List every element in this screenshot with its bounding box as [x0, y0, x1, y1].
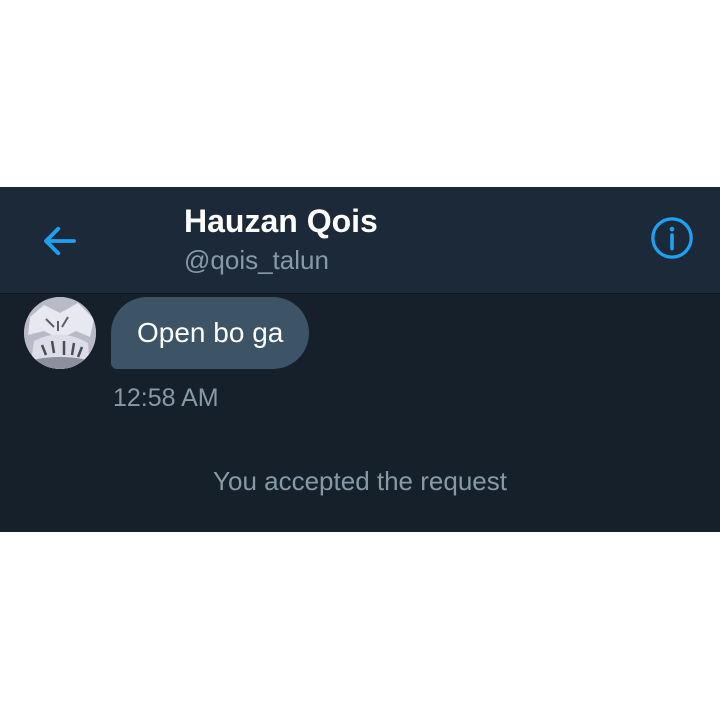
- message-timestamp: 12:58 AM: [113, 384, 219, 412]
- tiger-avatar-image: [24, 297, 96, 369]
- back-button[interactable]: [36, 217, 84, 265]
- contact-name: Hauzan Qois: [184, 203, 378, 239]
- message-text: Open bo ga: [137, 317, 284, 348]
- dm-conversation-screen: Hauzan Qois @qois_talun Open bo ga 12:58…: [0, 187, 720, 532]
- info-button[interactable]: [648, 214, 696, 262]
- contact-avatar[interactable]: [24, 297, 96, 369]
- conversation-title-block[interactable]: Hauzan Qois @qois_talun: [184, 201, 378, 277]
- conversation-header: Hauzan Qois @qois_talun: [0, 187, 720, 294]
- info-circle-icon: [651, 217, 693, 259]
- request-accepted-notice: You accepted the request: [213, 466, 507, 496]
- message-bubble[interactable]: Open bo ga: [111, 297, 310, 369]
- arrow-left-icon: [44, 226, 76, 256]
- contact-handle: @qois_talun: [184, 245, 329, 275]
